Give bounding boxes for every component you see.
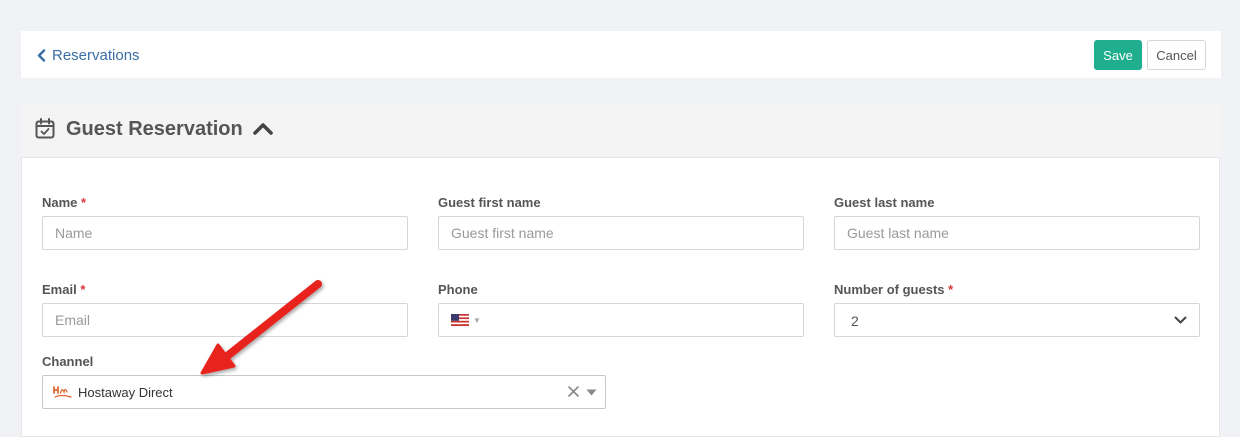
first-name-input[interactable] bbox=[438, 216, 804, 250]
chevron-left-icon bbox=[37, 48, 46, 62]
section-header: Guest Reservation bbox=[21, 104, 1221, 157]
hostaway-logo-icon bbox=[53, 386, 72, 398]
required-asterisk: * bbox=[948, 282, 954, 297]
email-label: Email * bbox=[42, 282, 85, 297]
chevron-down-icon bbox=[1174, 316, 1187, 324]
channel-label: Channel bbox=[42, 354, 94, 369]
cancel-button[interactable]: Cancel bbox=[1147, 40, 1206, 70]
required-asterisk: * bbox=[81, 195, 87, 210]
caret-down-icon[interactable] bbox=[586, 389, 597, 396]
phone-label: Phone bbox=[438, 282, 478, 297]
first-name-label: Guest first name bbox=[438, 195, 541, 210]
phone-input[interactable]: ▼ bbox=[438, 303, 804, 337]
caret-down-icon: ▼ bbox=[473, 315, 481, 325]
us-flag-icon bbox=[451, 314, 469, 326]
channel-select[interactable]: Hostaway Direct bbox=[42, 375, 606, 409]
save-button[interactable]: Save bbox=[1094, 40, 1142, 70]
guests-selected-value: 2 bbox=[851, 313, 859, 329]
chevron-up-icon[interactable] bbox=[253, 121, 273, 135]
back-link-label: Reservations bbox=[52, 46, 140, 64]
section-title: Guest Reservation bbox=[66, 118, 243, 140]
email-label-text: Email bbox=[42, 282, 77, 297]
name-label: Name * bbox=[42, 195, 86, 210]
email-input[interactable] bbox=[42, 303, 408, 337]
calendar-check-icon bbox=[35, 118, 55, 139]
name-label-text: Name bbox=[42, 195, 78, 210]
back-to-reservations-link[interactable]: Reservations bbox=[37, 45, 140, 65]
guests-label: Number of guests * bbox=[834, 282, 953, 297]
guests-label-text: Number of guests bbox=[834, 282, 945, 297]
clear-icon[interactable] bbox=[567, 385, 580, 398]
required-asterisk: * bbox=[80, 282, 86, 297]
top-bar: Reservations Save Cancel bbox=[21, 31, 1221, 78]
country-code-select[interactable]: ▼ bbox=[451, 314, 481, 326]
channel-selected-value: Hostaway Direct bbox=[78, 385, 173, 400]
number-of-guests-select[interactable]: 2 bbox=[834, 303, 1200, 337]
last-name-label: Guest last name bbox=[834, 195, 935, 210]
name-input[interactable] bbox=[42, 216, 408, 250]
last-name-input[interactable] bbox=[834, 216, 1200, 250]
